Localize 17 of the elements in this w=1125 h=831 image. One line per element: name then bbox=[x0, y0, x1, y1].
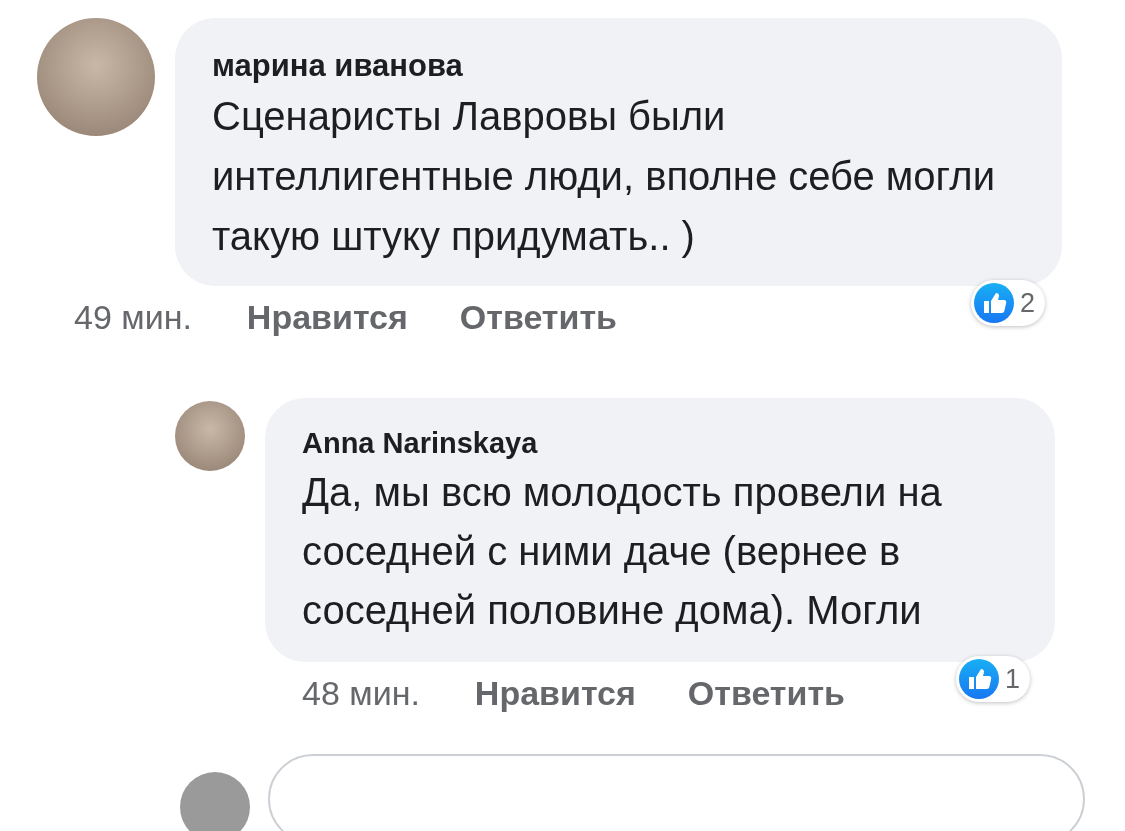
comment-text: Да, мы всю молодость провели на соседней с ними даче (вернее в соседней половине дома). Могли bbox=[302, 469, 943, 634]
like-icon bbox=[958, 659, 999, 699]
like-icon bbox=[973, 283, 1014, 323]
author-name[interactable]: марина иванова bbox=[212, 46, 463, 86]
author-name[interactable]: Anna Narinskaya bbox=[302, 423, 538, 463]
comment-text: Сценаристы Лавровы были интеллигентные люди, вполне себе могли такую штуку придумать.. ) bbox=[212, 93, 996, 260]
like-link[interactable]: Нравится bbox=[246, 297, 408, 337]
avatar bbox=[180, 772, 250, 831]
reaction-badge[interactable]: 2 bbox=[970, 280, 1045, 326]
reply-link[interactable]: Ответить bbox=[687, 673, 845, 713]
reaction-badge[interactable]: 1 bbox=[955, 656, 1030, 702]
reaction-count: 2 bbox=[1019, 287, 1035, 319]
timestamp: 48 мин. bbox=[302, 673, 420, 713]
timestamp: 49 мин. bbox=[74, 297, 192, 337]
like-link[interactable]: Нравится bbox=[474, 673, 636, 713]
reply-link[interactable]: Ответить bbox=[459, 297, 617, 337]
reaction-count: 1 bbox=[1004, 663, 1020, 695]
